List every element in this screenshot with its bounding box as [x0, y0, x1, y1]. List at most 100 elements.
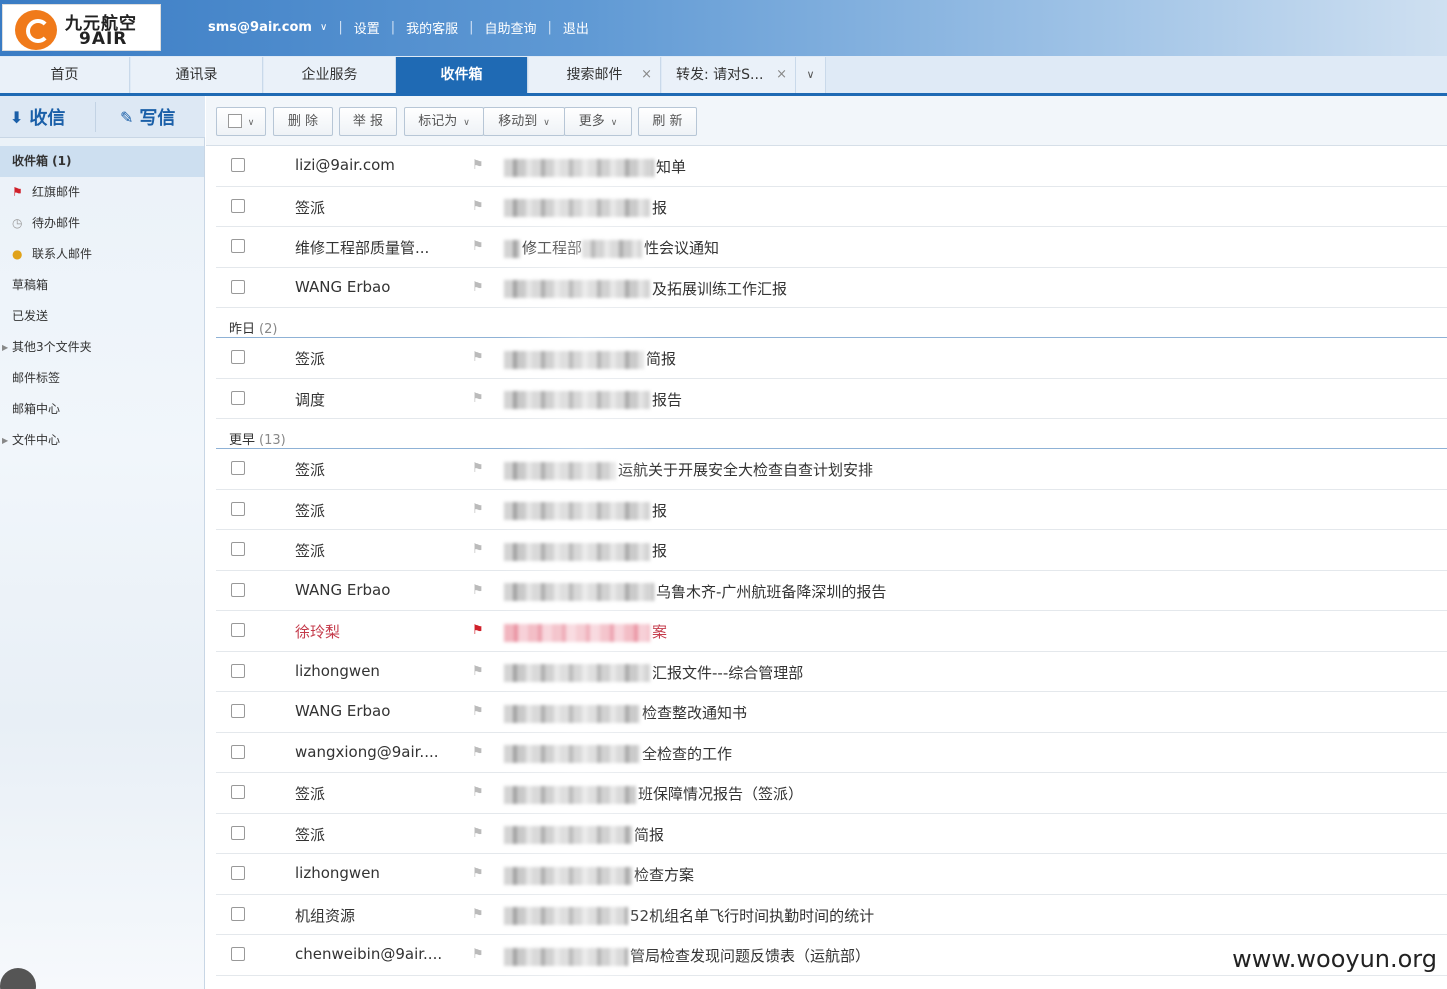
table-row[interactable]: 签派 ⚑ 简报: [216, 814, 1447, 854]
flag-icon[interactable]: ⚑: [472, 704, 484, 719]
flag-icon[interactable]: ⚑: [472, 391, 484, 406]
flag-icon[interactable]: ⚑: [472, 745, 484, 760]
row-checkbox[interactable]: [231, 582, 245, 597]
row-checkbox[interactable]: [231, 663, 245, 678]
table-row[interactable]: WANG Erbao ⚑ 及拓展训练工作汇报: [216, 268, 1447, 308]
flag-icon[interactable]: ⚑: [472, 158, 484, 173]
tab-forward[interactable]: 转发: 请对S... ×: [662, 57, 796, 93]
table-row[interactable]: WANG Erbao ⚑ 检查整改通知书: [216, 692, 1447, 733]
flag-icon[interactable]: ⚑: [472, 583, 484, 598]
table-row[interactable]: 徐玲梨 ⚑ 案: [216, 611, 1447, 652]
flag-icon[interactable]: ⚑: [472, 664, 484, 679]
account-menu[interactable]: sms@9air.com: [208, 20, 312, 35]
move-to-dropdown[interactable]: 移动到 ∨: [483, 107, 565, 136]
flag-icon[interactable]: ⚑: [472, 907, 484, 922]
subject: 案: [504, 621, 667, 642]
tab-overflow-chevron-icon[interactable]: ∨: [796, 57, 826, 93]
row-checkbox[interactable]: [231, 906, 245, 921]
table-row[interactable]: 机组资源 ⚑ 52机组名单飞行时间执勤时间的统计: [216, 895, 1447, 935]
nav-self-service[interactable]: 自助查询: [485, 18, 537, 37]
row-checkbox[interactable]: [231, 198, 245, 213]
folder-todo[interactable]: ◷ 待办邮件: [0, 208, 204, 239]
row-checkbox[interactable]: [231, 461, 245, 475]
table-row[interactable]: 签派 ⚑ 报: [216, 530, 1447, 571]
table-row[interactable]: 签派 ⚑ 报: [216, 490, 1447, 530]
row-checkbox[interactable]: [231, 239, 245, 253]
table-row[interactable]: lizhongwen ⚑ 检查方案: [216, 854, 1447, 895]
row-checkbox[interactable]: [231, 947, 245, 961]
table-row[interactable]: 签派 ⚑ 班保障情况报告（签派）: [216, 773, 1447, 814]
expand-arrow-icon[interactable]: ▶: [2, 332, 8, 363]
tab-search-mail[interactable]: 搜索邮件 ×: [529, 57, 661, 93]
folder-label: 已发送: [12, 309, 49, 323]
table-row[interactable]: wangxiong@9air.... ⚑ 全检查的工作: [216, 733, 1447, 773]
receive-button[interactable]: ⬇ 收信: [10, 105, 65, 130]
table-row[interactable]: 签派 ⚑ 简报: [216, 338, 1447, 379]
table-row[interactable]: 调度 ⚑ 报告: [216, 379, 1447, 419]
flag-icon[interactable]: ⚑: [472, 461, 484, 476]
row-checkbox[interactable]: [231, 825, 245, 840]
folder-flagged[interactable]: ⚑ 红旗邮件: [0, 177, 204, 208]
table-row[interactable]: lizhongwen ⚑ 汇报文件---综合管理部: [216, 652, 1447, 692]
subject-text: 知单: [656, 158, 687, 176]
red-flag-icon: ⚑: [12, 185, 23, 199]
table-row[interactable]: WANG Erbao ⚑ 乌鲁木齐-广州航班备降深圳的报告: [216, 571, 1447, 611]
compose-button[interactable]: ✎ 写信: [120, 105, 175, 130]
refresh-button[interactable]: 刷 新: [638, 107, 697, 136]
row-checkbox[interactable]: [231, 501, 245, 516]
flag-icon[interactable]: ⚑: [472, 947, 484, 962]
chevron-down-icon[interactable]: ∨: [320, 22, 327, 33]
row-checkbox[interactable]: [231, 866, 245, 880]
table-row[interactable]: 维修工程部质量管... ⚑ 修工程部 性会议通知: [216, 227, 1447, 268]
table-row[interactable]: 签派 ⚑ 运航关于开展安全大检查自查计划安排: [216, 449, 1447, 490]
report-button[interactable]: 举 报: [339, 107, 397, 136]
flag-icon[interactable]: ⚑: [472, 350, 484, 365]
folder-others[interactable]: ▶ 其他3个文件夹: [0, 332, 204, 363]
table-row[interactable]: lizi@9air.com ⚑ 知单: [216, 146, 1447, 187]
tab-inbox[interactable]: 收件箱: [396, 57, 528, 93]
row-checkbox[interactable]: [231, 623, 245, 637]
folder-sent[interactable]: 已发送: [0, 301, 204, 332]
flag-icon[interactable]: ⚑: [472, 199, 484, 214]
flag-icon[interactable]: ⚑: [472, 542, 484, 557]
folder-drafts[interactable]: 草稿箱: [0, 270, 204, 301]
date-group-header[interactable]: 更早 (13): [216, 419, 1447, 449]
red-flag-icon[interactable]: ⚑: [472, 623, 484, 638]
nav-logout[interactable]: 退出: [563, 18, 589, 37]
date-group-header[interactable]: 昨日 (2): [216, 308, 1447, 338]
row-checkbox[interactable]: [231, 744, 245, 759]
delete-button[interactable]: 删 除: [273, 107, 333, 136]
folder-contacts-mail[interactable]: ● 联系人邮件: [0, 239, 204, 270]
close-icon[interactable]: ×: [641, 57, 652, 93]
nav-settings[interactable]: 设置: [354, 18, 380, 37]
flag-icon[interactable]: ⚑: [472, 866, 484, 881]
tab-enterprise[interactable]: 企业服务: [264, 57, 396, 93]
tab-home[interactable]: 首页: [0, 57, 130, 93]
folder-file-center[interactable]: ▶ 文件中心: [0, 425, 204, 456]
close-icon[interactable]: ×: [776, 57, 787, 93]
flag-icon[interactable]: ⚑: [472, 785, 484, 800]
flag-icon[interactable]: ⚑: [472, 826, 484, 841]
row-checkbox[interactable]: [231, 350, 245, 364]
flag-icon[interactable]: ⚑: [472, 280, 484, 295]
row-checkbox[interactable]: [231, 704, 245, 718]
row-checkbox[interactable]: [231, 390, 245, 405]
more-dropdown[interactable]: 更多 ∨: [564, 107, 632, 136]
mark-as-dropdown[interactable]: 标记为 ∨: [404, 107, 484, 136]
logo[interactable]: 九元航空 9AIR: [2, 4, 161, 51]
flag-icon[interactable]: ⚑: [472, 502, 484, 517]
row-checkbox[interactable]: [231, 158, 245, 172]
expand-arrow-icon[interactable]: ▶: [2, 425, 8, 456]
row-checkbox[interactable]: [231, 785, 245, 799]
table-row[interactable]: 签派 ⚑ 报: [216, 187, 1447, 227]
select-all-dropdown[interactable]: ∨: [216, 107, 266, 136]
folder-tags[interactable]: 邮件标签: [0, 363, 204, 394]
row-checkbox[interactable]: [231, 279, 245, 294]
subject-text: 检查方案: [634, 866, 695, 884]
tab-contacts[interactable]: 通讯录: [131, 57, 263, 93]
flag-icon[interactable]: ⚑: [472, 239, 484, 254]
folder-mail-center[interactable]: 邮箱中心: [0, 394, 204, 425]
nav-support[interactable]: 我的客服: [406, 18, 458, 37]
row-checkbox[interactable]: [231, 542, 245, 556]
folder-inbox[interactable]: 收件箱 (1): [0, 146, 204, 177]
